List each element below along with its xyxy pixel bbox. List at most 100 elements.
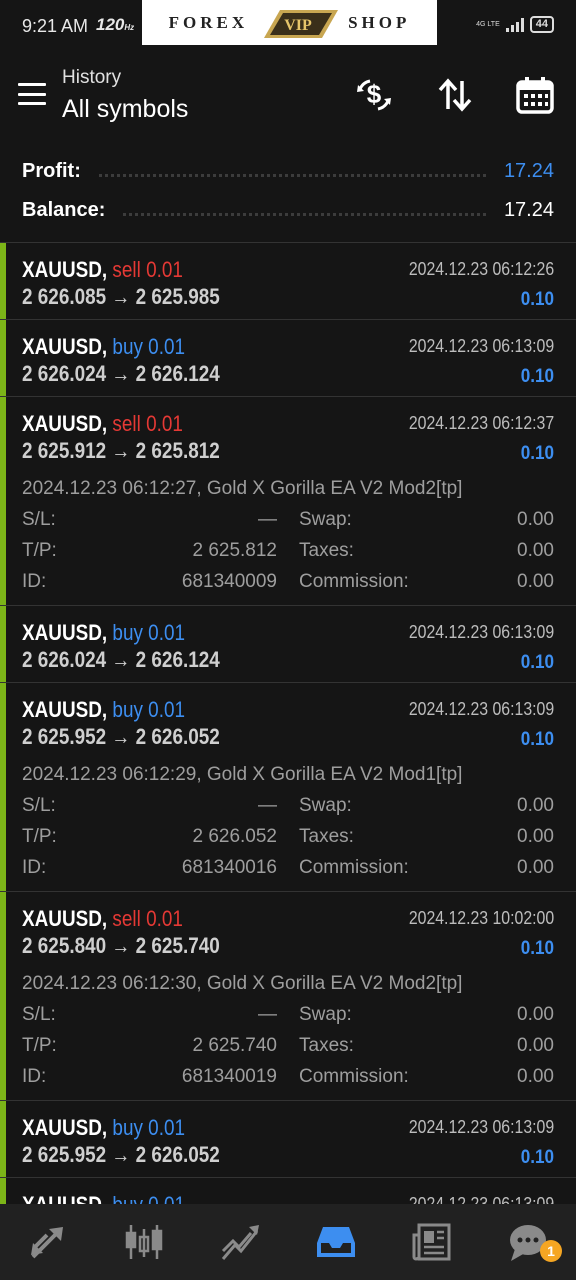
svg-text:$: $ — [367, 79, 382, 109]
nav-trade[interactable] — [192, 1204, 288, 1280]
watermark-right: SHOP — [348, 12, 411, 32]
trade-prices: 2 625.952 → 2 626.052 — [22, 724, 220, 749]
open-price: 2 625.840 — [22, 933, 107, 958]
nav-chart[interactable] — [96, 1204, 192, 1280]
id-label: ID: — [22, 857, 47, 878]
nav-quotes[interactable] — [0, 1204, 96, 1280]
close-price: 2 626.052 — [135, 1142, 220, 1167]
close-price: 2 626.124 — [135, 647, 220, 672]
swap-label: Swap: — [299, 1004, 352, 1025]
trade-prices: 2 626.024 → 2 626.124 — [22, 647, 220, 672]
toolbar-subtitle: History — [62, 67, 122, 88]
trade-prices: 2 626.024 → 2 626.124 — [22, 361, 220, 386]
swap-value: 0.00 — [517, 795, 554, 816]
balance-row: Balance: 17.24 — [22, 195, 554, 225]
taxes-value: 0.00 — [517, 540, 554, 561]
swap-value: 0.00 — [517, 1004, 554, 1025]
open-price: 2 626.085 — [22, 284, 107, 309]
close-price: 2 625.740 — [135, 933, 220, 958]
trade-details: 2024.12.23 06:12:29, Gold X Gorilla EA V… — [0, 759, 576, 891]
tp-value: 2 625.740 — [192, 1035, 277, 1056]
trade-item[interactable]: XAUUSD, buy 0.01 2024.12.23 06:13:09 2 6… — [0, 1177, 576, 1204]
trade-details: 2024.12.23 06:12:27, Gold X Gorilla EA V… — [0, 473, 576, 605]
taxes-value: 0.00 — [517, 826, 554, 847]
chart-icon — [125, 1225, 163, 1259]
sl-label: S/L: — [22, 1004, 56, 1025]
trade-prices: 2 626.085 → 2 625.985 — [22, 284, 220, 309]
trade-profit: 0.10 — [520, 729, 554, 750]
symbol-filter[interactable]: All symbols — [62, 95, 188, 124]
currency-exchange-icon[interactable]: $ — [354, 75, 394, 115]
dotted-leader — [98, 165, 486, 177]
tp-value: 2 625.812 — [192, 540, 277, 561]
trade-profit: 0.10 — [520, 366, 554, 387]
commission-value: 0.00 — [517, 571, 554, 592]
trade-prices: 2 625.912 → 2 625.812 — [22, 438, 220, 463]
open-price: 2 625.952 — [22, 1142, 107, 1167]
commission-label: Commission: — [299, 857, 409, 878]
close-price: 2 625.812 — [135, 438, 220, 463]
trade-item[interactable]: XAUUSD, buy 0.01 2024.12.23 06:13:09 2 6… — [0, 682, 576, 891]
nav-messages[interactable]: 1 — [480, 1204, 576, 1280]
refresh-rate: 120Hz — [96, 15, 135, 34]
vip-text: VIP — [284, 17, 312, 34]
close-price: 2 626.052 — [135, 724, 220, 749]
quotes-icon — [31, 1227, 63, 1259]
trade-profit: 0.10 — [520, 938, 554, 959]
menu-icon[interactable] — [18, 83, 46, 105]
open-price: 2 625.912 — [22, 438, 107, 463]
swap-label: Swap: — [299, 795, 352, 816]
open-price: 2 626.024 — [22, 361, 107, 386]
commission-label: Commission: — [299, 1066, 409, 1087]
history-summary: Profit: 17.24 Balance: 17.24 — [0, 150, 576, 240]
calendar-icon[interactable] — [515, 75, 555, 115]
trade-comment: 2024.12.23 06:12:30, Gold X Gorilla EA V… — [22, 973, 463, 994]
profit-row: Profit: 17.24 — [22, 156, 554, 186]
tp-label: T/P: — [22, 826, 57, 847]
trade-item[interactable]: XAUUSD, sell 0.01 2024.12.23 10:02:00 2 … — [0, 891, 576, 1100]
taxes-value: 0.00 — [517, 1035, 554, 1056]
status-indicators: 4G LTE 44 — [476, 16, 554, 33]
open-price: 2 626.024 — [22, 647, 107, 672]
dotted-leader — [123, 204, 486, 216]
close-price: 2 625.985 — [135, 284, 220, 309]
taxes-label: Taxes: — [299, 1035, 354, 1056]
trade-item[interactable]: XAUUSD, buy 0.01 2024.12.23 06:13:09 2 6… — [0, 605, 576, 682]
trade-side: buy 0.01 — [112, 1192, 185, 1204]
news-icon — [412, 1223, 451, 1261]
trade-details: 2024.12.23 06:12:30, Gold X Gorilla EA V… — [0, 968, 576, 1100]
bottom-navigation: 1 — [0, 1204, 576, 1280]
trade-profit: 0.10 — [520, 289, 554, 310]
nav-history[interactable] — [288, 1204, 384, 1280]
swap-label: Swap: — [299, 509, 352, 530]
tp-label: T/P: — [22, 1035, 57, 1056]
open-price: 2 625.952 — [22, 724, 107, 749]
sl-value: — — [258, 1004, 277, 1025]
vip-logo: VIP — [264, 9, 339, 38]
trade-item[interactable]: XAUUSD, buy 0.01 2024.12.23 06:13:09 2 6… — [0, 319, 576, 396]
commission-value: 0.00 — [517, 857, 554, 878]
balance-value: 17.24 — [503, 198, 554, 221]
id-value: 681340009 — [181, 571, 277, 592]
profit-label: Profit: — [22, 159, 81, 182]
messages-badge: 1 — [540, 1240, 562, 1262]
toolbar: History All symbols $ — [0, 55, 576, 135]
trade-history-list[interactable]: XAUUSD, sell 0.01 2024.12.23 06:12:26 2 … — [0, 242, 576, 1204]
id-label: ID: — [22, 571, 47, 592]
trade-comment: 2024.12.23 06:12:27, Gold X Gorilla EA V… — [22, 478, 463, 499]
taxes-label: Taxes: — [299, 540, 354, 561]
trade-item[interactable]: XAUUSD, sell 0.01 2024.12.23 06:12:37 2 … — [0, 396, 576, 605]
trade-item[interactable]: XAUUSD, buy 0.01 2024.12.23 06:13:09 2 6… — [0, 1100, 576, 1177]
close-price: 2 626.124 — [135, 361, 220, 386]
balance-label: Balance: — [22, 198, 106, 221]
trade-comment: 2024.12.23 06:12:29, Gold X Gorilla EA V… — [22, 764, 463, 785]
sort-icon[interactable] — [435, 75, 475, 115]
trade-item[interactable]: XAUUSD, sell 0.01 2024.12.23 06:12:26 2 … — [0, 242, 576, 319]
nav-news[interactable] — [384, 1204, 480, 1280]
commission-label: Commission: — [299, 571, 409, 592]
trade-symbol: XAUUSD, buy 0.01 — [22, 1192, 185, 1204]
trade-profit: 0.10 — [520, 1147, 554, 1168]
status-time: 9:21 AM — [22, 16, 89, 36]
trade-profit: 0.10 — [520, 652, 554, 673]
tp-label: T/P: — [22, 540, 57, 561]
